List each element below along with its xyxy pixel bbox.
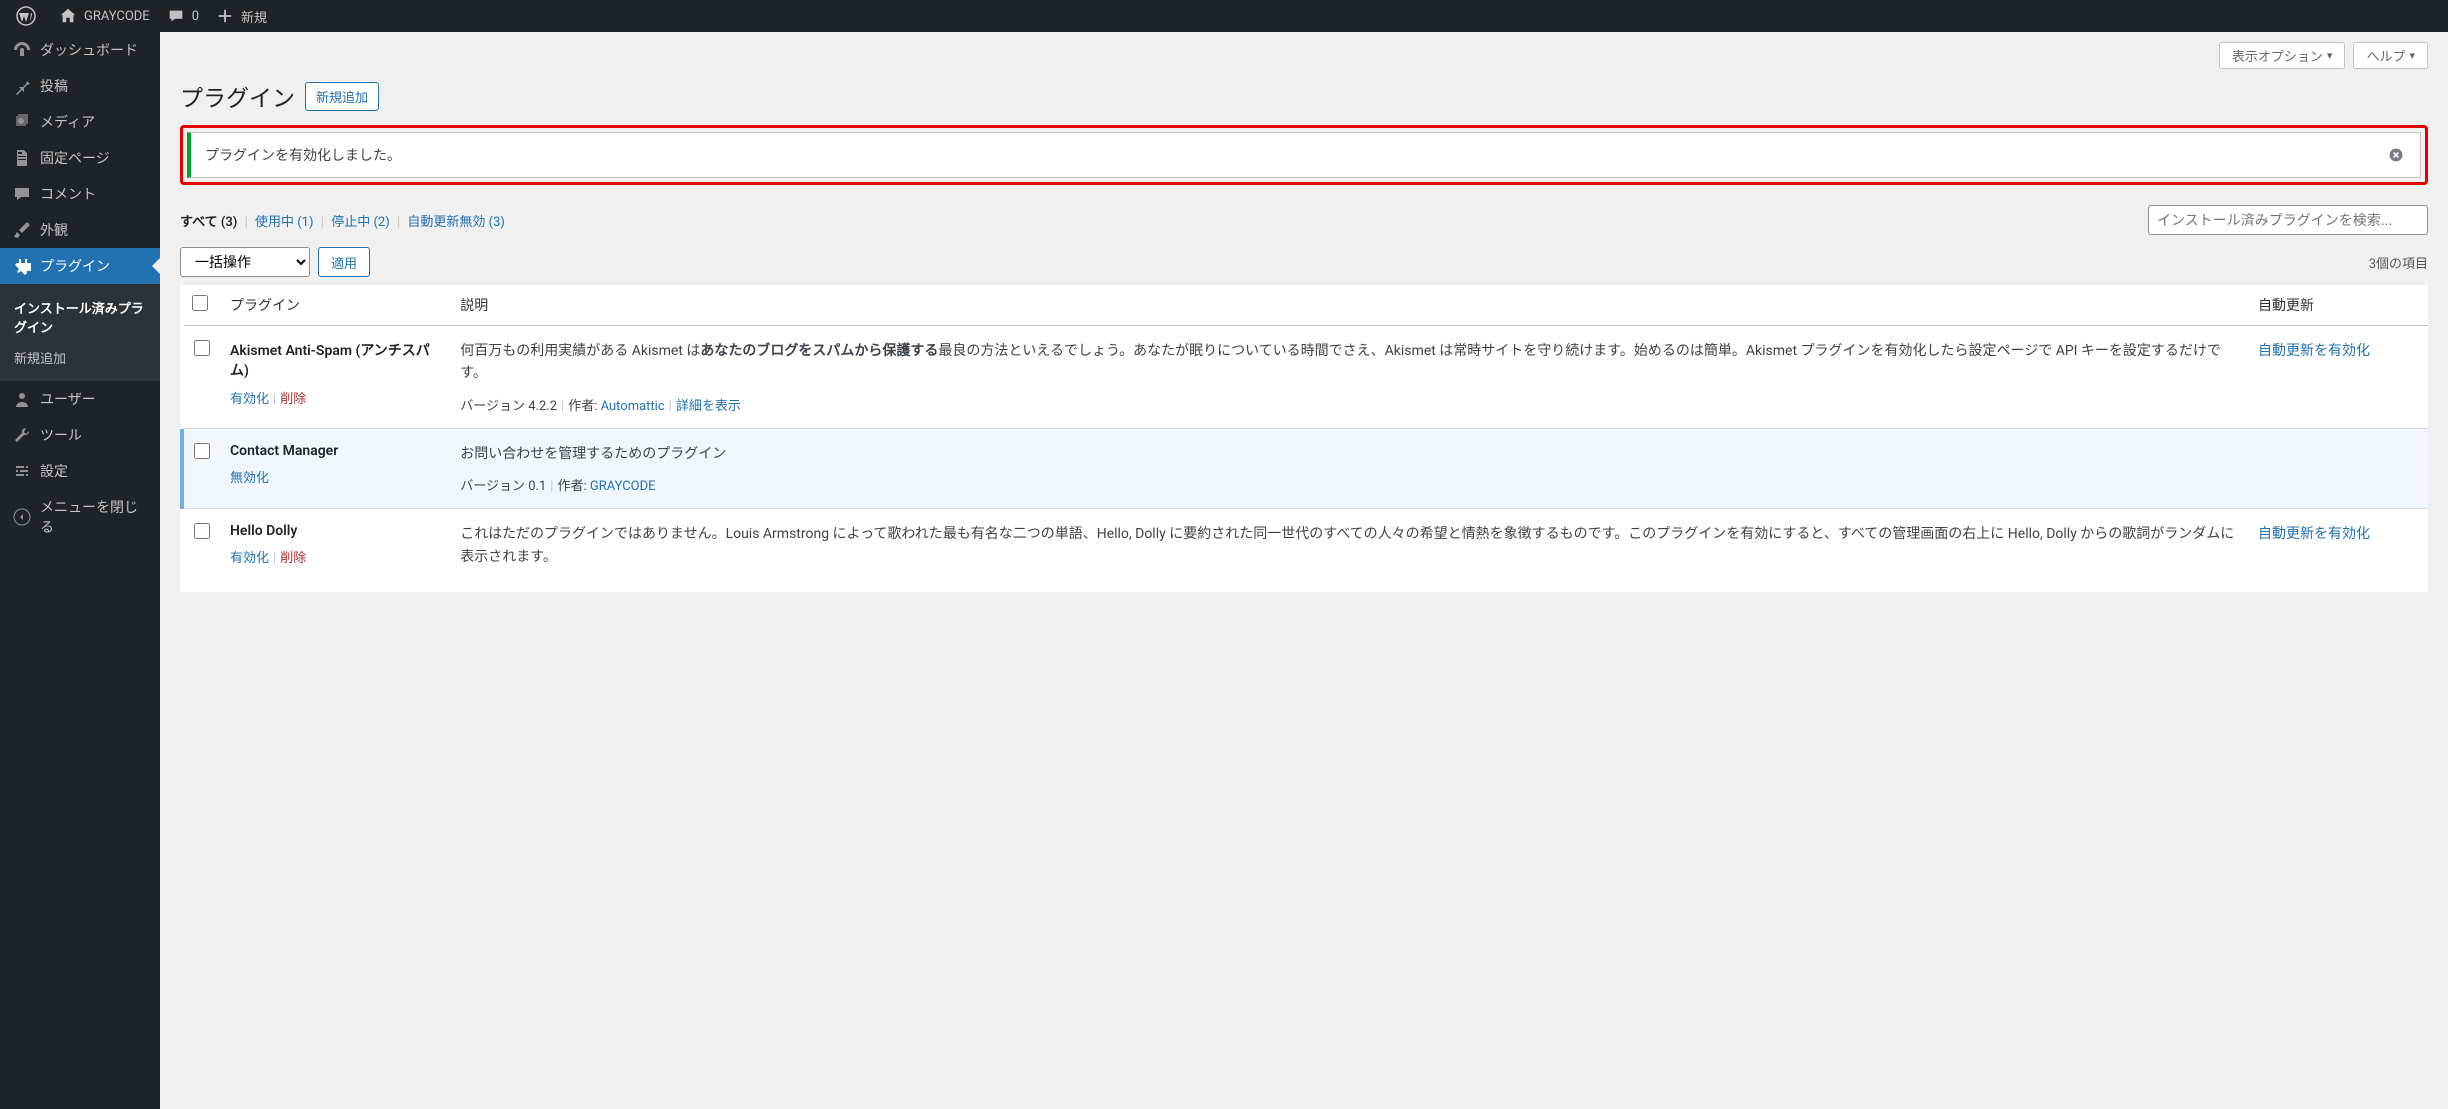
item-count: 3個の項目 (2369, 253, 2428, 272)
plugins-submenu: インストール済みプラグイン 新規追加 (0, 284, 160, 381)
plugin-meta: バージョン 0.1|作者: GRAYCODE (460, 475, 2238, 494)
filter-active[interactable]: 使用中 (1) (255, 215, 314, 230)
dashboard-icon (12, 40, 32, 60)
plugin-description: 何百万もの利用実績がある Akismet はあなたのブログをスパムから保護する最… (460, 340, 2238, 385)
plugin-checkbox[interactable] (194, 340, 210, 356)
wordpress-icon (16, 6, 36, 26)
add-new-plugin-button[interactable]: 新規追加 (305, 82, 379, 111)
collapse-icon (12, 507, 32, 527)
plugin-checkbox[interactable] (194, 443, 210, 459)
deactivate-link[interactable]: 無効化 (230, 471, 269, 486)
plugin-row: Contact Manager 無効化 お問い合わせを管理するためのプラグインバージ… (182, 428, 2428, 508)
notice-message: プラグインを有効化しました。 (205, 145, 401, 165)
menu-comments[interactable]: コメント (0, 176, 160, 212)
settings-icon (12, 461, 32, 481)
comment-icon (166, 6, 186, 26)
new-label: 新規 (241, 7, 267, 26)
col-plugin: プラグイン (220, 285, 450, 326)
user-icon (12, 389, 32, 409)
site-name: GRAYCODE (84, 9, 150, 24)
admin-bar: GRAYCODE 0 新規 (0, 0, 2448, 32)
plugin-row: Akismet Anti-Spam (アンチスパム)有効化|削除何百万もの利用実… (182, 326, 2428, 429)
plugins-table: プラグイン 説明 自動更新 Akismet Anti-Spam (アンチスパム)… (180, 285, 2428, 592)
menu-pages[interactable]: 固定ページ (0, 140, 160, 176)
plugin-checkbox[interactable] (194, 523, 210, 539)
select-all-checkbox[interactable] (192, 295, 208, 311)
plugin-row: Hello Dolly有効化|削除これはただのプラグインではありません。Loui… (182, 509, 2428, 592)
menu-tools[interactable]: ツール (0, 417, 160, 453)
menu-plugins[interactable]: プラグイン (0, 248, 160, 284)
brush-icon (12, 220, 32, 240)
menu-appearance[interactable]: 外観 (0, 212, 160, 248)
plugin-description: お問い合わせを管理するためのプラグイン (460, 443, 2238, 465)
media-icon (12, 112, 32, 132)
plugin-description: これはただのプラグインではありません。Louis Armstrong によって歌… (460, 523, 2238, 568)
filter-inactive[interactable]: 停止中 (2) (331, 215, 390, 230)
collapse-menu[interactable]: メニューを閉じる (0, 489, 160, 545)
col-auto-update: 自動更新 (2248, 285, 2428, 326)
filter-links: すべて (3) | 使用中 (1) | 停止中 (2) | 自動更新無効 (3) (180, 211, 505, 230)
site-name-link[interactable]: GRAYCODE (50, 0, 158, 32)
bulk-apply-button[interactable]: 適用 (318, 247, 370, 277)
filter-all[interactable]: すべて (3) (180, 215, 237, 230)
plugin-name: Akismet Anti-Spam (アンチスパム) (230, 340, 440, 380)
submenu-add-new[interactable]: 新規追加 (0, 342, 160, 373)
menu-users[interactable]: ユーザー (0, 381, 160, 417)
enable-auto-update-link[interactable]: 自動更新を有効化 (2258, 343, 2370, 359)
col-description: 説明 (450, 285, 2248, 326)
highlighted-notice: プラグインを有効化しました。 (180, 125, 2428, 185)
main-content: 表示オプション ヘルプ プラグイン 新規追加 プラグインを有効化しました。 すべ… (160, 32, 2448, 1109)
author-link[interactable]: GRAYCODE (590, 479, 656, 494)
wrench-icon (12, 425, 32, 445)
menu-posts[interactable]: 投稿 (0, 68, 160, 104)
enable-auto-update-link[interactable]: 自動更新を有効化 (2258, 526, 2370, 542)
submenu-installed-plugins[interactable]: インストール済みプラグイン (0, 292, 160, 342)
plugin-search-input[interactable] (2148, 205, 2428, 235)
activate-link[interactable]: 有効化 (230, 551, 269, 566)
screen-options-button[interactable]: 表示オプション (2219, 42, 2346, 69)
plus-icon (215, 6, 235, 26)
comments-link[interactable]: 0 (158, 0, 207, 32)
delete-link[interactable]: 削除 (280, 551, 306, 566)
activate-link[interactable]: 有効化 (230, 392, 269, 407)
new-content-link[interactable]: 新規 (207, 0, 275, 32)
menu-media[interactable]: メディア (0, 104, 160, 140)
menu-dashboard[interactable]: ダッシュボード (0, 32, 160, 68)
plugin-name: Contact Manager (230, 443, 440, 459)
comments-count: 0 (192, 9, 199, 24)
author-link[interactable]: Automattic (601, 399, 665, 414)
pin-icon (12, 76, 32, 96)
details-link[interactable]: 詳細を表示 (676, 399, 741, 414)
activation-notice: プラグインを有効化しました。 (187, 132, 2421, 178)
home-icon (58, 6, 78, 26)
help-button[interactable]: ヘルプ (2353, 42, 2428, 69)
plugin-icon (12, 256, 32, 276)
dismiss-notice-button[interactable] (2386, 145, 2406, 165)
plugin-meta: バージョン 4.2.2|作者: Automattic|詳細を表示 (460, 395, 2238, 414)
wp-logo[interactable] (8, 0, 50, 32)
delete-link[interactable]: 削除 (280, 392, 306, 407)
comment-icon (12, 184, 32, 204)
plugin-name: Hello Dolly (230, 523, 440, 539)
admin-sidebar: ダッシュボード 投稿 メディア 固定ページ コメント 外観 プラグイン インスト… (0, 32, 160, 1109)
page-icon (12, 148, 32, 168)
filter-autoupdate-disabled[interactable]: 自動更新無効 (3) (407, 215, 505, 230)
bulk-action-select[interactable]: 一括操作 (180, 247, 310, 277)
menu-settings[interactable]: 設定 (0, 453, 160, 489)
page-title: プラグイン (180, 79, 295, 113)
